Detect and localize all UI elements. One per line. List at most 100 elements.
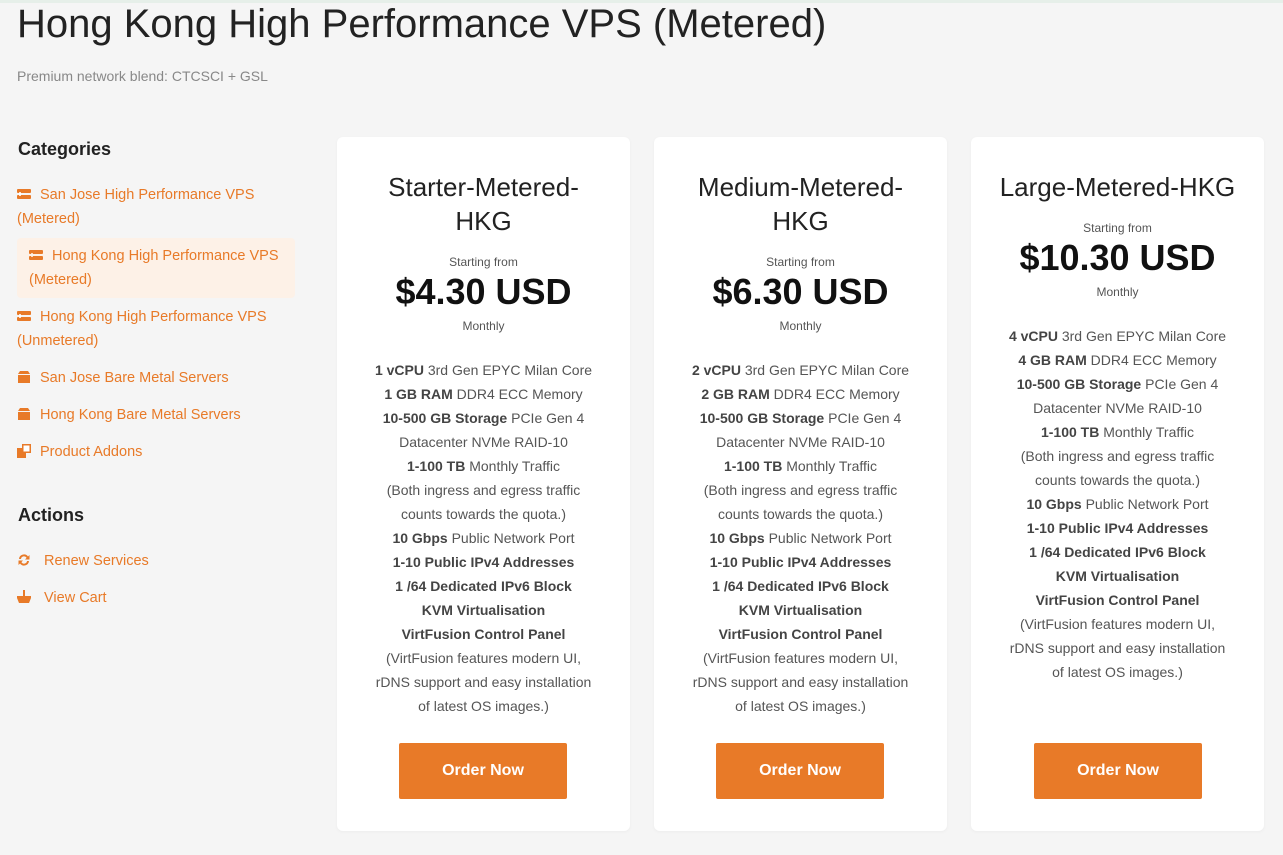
sidebar-item-label: Hong Kong High Performance VPS [52,248,279,264]
feature-line: 1-10 Public IPv4 Addresses [995,516,1240,540]
feature-highlight: 1 /64 Dedicated IPv6 Block [1029,544,1206,560]
feature-list: 4 vCPU 3rd Gen EPYC Milan Core 4 GB RAM D… [995,324,1240,684]
feature-list: 2 vCPU 3rd Gen EPYC Milan Core 2 GB RAM D… [678,358,923,718]
feature-text: of latest OS images.) [418,698,549,714]
feature-text: 3rd Gen EPYC Milan Core [1057,328,1227,344]
feature-highlight: 4 vCPU [1008,328,1058,344]
page-title: Hong Kong High Performance VPS (Metered) [17,2,827,46]
feature-line: 1 GB RAM DDR4 ECC Memory [361,382,606,406]
feature-line: VirtFusion Control Panel [995,588,1240,612]
feature-highlight: 10 Gbps [392,530,448,546]
sidebar-item-label-sub: (Metered) [17,211,80,227]
feature-line: rDNS support and easy installation [678,670,923,694]
feature-highlight: 4 GB RAM [1018,352,1087,368]
feature-highlight: 1-100 TB [723,458,783,474]
feature-text: (Both ingress and egress traffic [703,482,898,498]
billing-cycle: Monthly [1096,285,1139,299]
feature-line: (VirtFusion features modern UI, [995,612,1240,636]
feature-line: 1 /64 Dedicated IPv6 Block [678,574,923,598]
feature-line: 10 Gbps Public Network Port [995,492,1240,516]
billing-cycle: Monthly [462,319,505,333]
feature-text: (VirtFusion features modern UI, [385,650,582,666]
feature-line: VirtFusion Control Panel [361,622,606,646]
feature-line: 1-100 TB Monthly Traffic [361,454,606,478]
feature-text: PCIe Gen 4 [507,410,585,426]
feature-text: (VirtFusion features modern UI, [1019,616,1216,632]
feature-highlight: KVM Virtualisation [421,602,546,618]
feature-line: rDNS support and easy installation [995,636,1240,660]
feature-highlight: 10 Gbps [1026,496,1082,512]
product-name-line2: HKG [772,206,829,236]
feature-text: counts towards the quota.) [718,506,883,522]
feature-line: rDNS support and easy installation [361,670,606,694]
feature-line: 1 /64 Dedicated IPv6 Block [995,540,1240,564]
box-icon [17,368,31,383]
feature-highlight: 1-10 Public IPv4 Addresses [709,554,892,570]
starting-from-label: Starting from [449,255,518,269]
actions-heading: Actions [18,505,85,525]
feature-highlight: 2 vCPU [691,362,741,378]
server-icon [29,246,43,260]
feature-highlight: 1 /64 Dedicated IPv6 Block [712,578,889,594]
sidebar-item-san-jose-bare-metal[interactable]: San Jose Bare Metal Servers [17,366,295,390]
feature-line: counts towards the quota.) [361,502,606,526]
feature-highlight: 1 /64 Dedicated IPv6 Block [395,578,572,594]
feature-line: 10 Gbps Public Network Port [678,526,923,550]
feature-line: KVM Virtualisation [678,598,923,622]
feature-text: Public Network Port [764,530,892,546]
feature-line: of latest OS images.) [678,694,923,718]
feature-highlight: 10-500 GB Storage [382,410,508,426]
feature-line: (VirtFusion features modern UI, [361,646,606,670]
sidebar-item-hong-kong-bare-metal[interactable]: Hong Kong Bare Metal Servers [17,403,295,427]
order-now-button[interactable]: Order Now [716,743,884,799]
feature-text: Public Network Port [1081,496,1209,512]
feature-text: counts towards the quota.) [1035,472,1200,488]
renew-services-link[interactable]: Renew Services [17,549,295,573]
feature-highlight: KVM Virtualisation [1055,568,1180,584]
feature-text: (Both ingress and egress traffic [1020,448,1215,464]
feature-line: 10 Gbps Public Network Port [361,526,606,550]
feature-line: 10-500 GB Storage PCIe Gen 4 [995,372,1240,396]
feature-line: 4 GB RAM DDR4 ECC Memory [995,348,1240,372]
renew-services-label: Renew Services [44,553,149,569]
order-now-button[interactable]: Order Now [399,743,567,799]
sidebar-item-hong-kong-vps-metered[interactable]: Hong Kong High Performance VPS (Metered) [17,238,295,298]
feature-text: Datacenter NVMe RAID-10 [399,434,568,450]
sidebar-item-san-jose-vps-metered[interactable]: San Jose High Performance VPS (Metered) [17,183,295,231]
feature-highlight: 1-10 Public IPv4 Addresses [1026,520,1209,536]
feature-line: of latest OS images.) [361,694,606,718]
feature-line: 10-500 GB Storage PCIe Gen 4 [361,406,606,430]
sidebar-item-hong-kong-vps-unmetered[interactable]: Hong Kong High Performance VPS (Unmetered… [17,305,295,353]
feature-line: 1-10 Public IPv4 Addresses [361,550,606,574]
feature-line: 1-100 TB Monthly Traffic [678,454,923,478]
feature-text: 3rd Gen EPYC Milan Core [423,362,593,378]
addons-icon [17,442,31,458]
feature-line: (Both ingress and egress traffic [995,444,1240,468]
feature-line: (Both ingress and egress traffic [361,478,606,502]
server-icon [17,307,31,321]
feature-highlight: 10-500 GB Storage [1016,376,1142,392]
sidebar-item-label: Hong Kong High Performance VPS [40,309,267,325]
view-cart-link[interactable]: View Cart [17,586,295,610]
feature-highlight: 2 GB RAM [701,386,770,402]
product-name-line2: HKG [455,206,512,236]
feature-text: of latest OS images.) [1052,664,1183,680]
box-icon [17,405,31,420]
feature-text: (VirtFusion features modern UI, [702,650,899,666]
feature-text: Monthly Traffic [1099,424,1195,440]
feature-text: PCIe Gen 4 [824,410,902,426]
feature-highlight: 1-10 Public IPv4 Addresses [392,554,575,570]
feature-text: DDR4 ECC Memory [769,386,900,402]
sidebar-item-label: Hong Kong Bare Metal Servers [40,407,241,423]
product-price: $10.30 USD [1019,237,1216,278]
product-price: $4.30 USD [395,271,572,312]
sidebar-item-label-sub: (Unmetered) [17,333,99,349]
order-now-button[interactable]: Order Now [1034,743,1202,799]
feature-line: counts towards the quota.) [995,468,1240,492]
feature-text: Monthly Traffic [465,458,561,474]
product-name: Starter-Metered- HKG [367,170,600,238]
sync-icon [17,551,31,566]
feature-line: VirtFusion Control Panel [678,622,923,646]
feature-line: Datacenter NVMe RAID-10 [995,396,1240,420]
sidebar-item-product-addons[interactable]: Product Addons [17,440,295,464]
